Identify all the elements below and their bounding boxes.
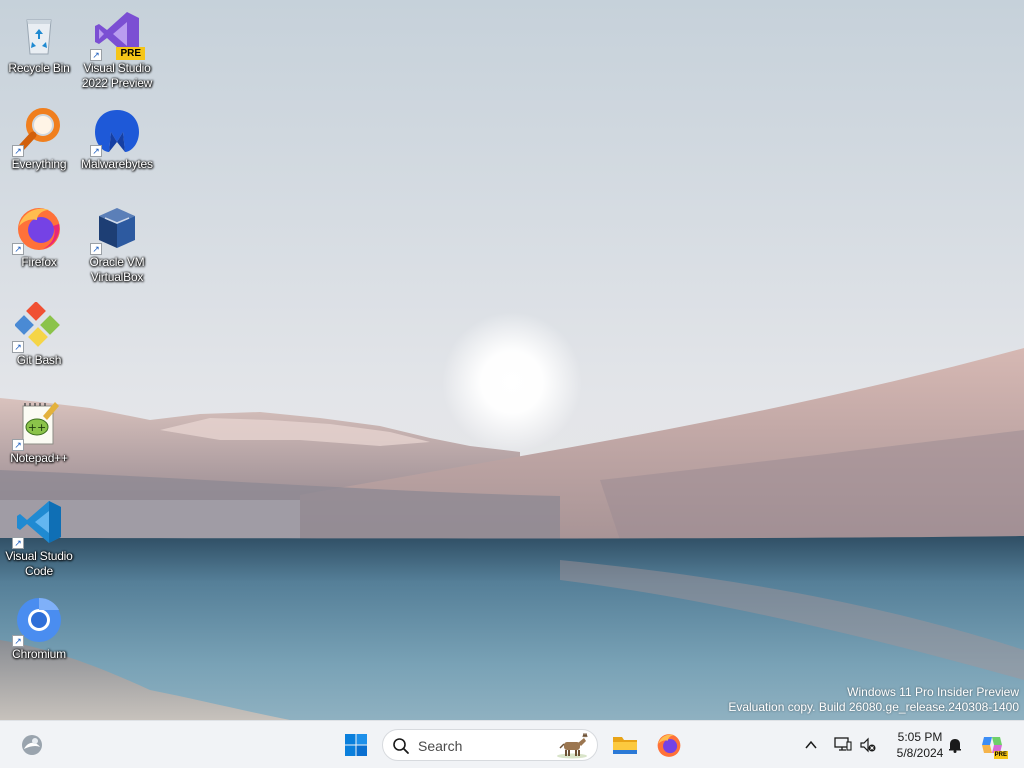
desktop-icon-label: Malwarebytes (81, 157, 153, 171)
shortcut-arrow-icon: ↗ (12, 243, 24, 255)
bell-icon (947, 737, 963, 753)
taskbar-firefox[interactable] (652, 728, 686, 762)
copilot-pre-badge: PRE (993, 751, 1008, 759)
recycle-bin-icon (15, 10, 63, 58)
desktop-icon-git-bash[interactable]: ↗ Git Bash (0, 302, 79, 368)
taskbar-search-box[interactable]: Search (382, 729, 598, 761)
widgets-icon (20, 733, 44, 757)
shortcut-arrow-icon: ↗ (12, 635, 24, 647)
shortcut-arrow-icon: ↗ (12, 439, 24, 451)
shortcut-arrow-icon: ↗ (90, 49, 102, 61)
vscode-icon: ↗ (12, 498, 63, 549)
taskbar: Search 5:05 PM 5/8/2024 PRE (0, 720, 1024, 768)
desktop-icon-label: Oracle VM VirtualBox (89, 255, 145, 284)
desktop-icon-visual-studio-preview[interactable]: PRE ↗ Visual Studio 2022 Preview (77, 10, 157, 91)
search-placeholder: Search (418, 738, 463, 754)
search-icon (392, 737, 410, 755)
virtualbox-icon: ↗ (90, 204, 141, 255)
watermark-line-2: Evaluation copy. Build 26080.ge_release.… (728, 700, 1019, 714)
taskbar-file-explorer[interactable] (608, 728, 642, 762)
firefox-icon (656, 732, 682, 758)
tray-quick-settings-button[interactable] (830, 728, 880, 762)
shortcut-arrow-icon: ↗ (12, 341, 24, 353)
desktop-icon-vscode[interactable]: ↗ Visual Studio Code (0, 498, 79, 579)
desktop-icon-virtualbox[interactable]: ↗ Oracle VM VirtualBox (77, 204, 157, 285)
volume-muted-icon (860, 737, 876, 753)
desktop-icon-notepad-plus-plus[interactable]: ++ ↗ Notepad++ (0, 400, 79, 466)
evaluation-watermark: Windows 11 Pro Insider Preview Evaluatio… (728, 685, 1019, 715)
notepad-plus-plus-icon: ++ ↗ (12, 400, 63, 451)
start-button[interactable] (339, 728, 373, 762)
svg-text:++: ++ (28, 421, 46, 434)
pre-badge: PRE (116, 47, 145, 60)
shortcut-arrow-icon: ↗ (12, 145, 24, 157)
chromium-icon: ↗ (12, 596, 63, 647)
malwarebytes-icon: ↗ (90, 106, 141, 157)
desktop-icon-label: Git Bash (16, 353, 62, 367)
desktop-icon-malwarebytes[interactable]: ↗ Malwarebytes (77, 106, 157, 172)
firefox-icon: ↗ (12, 204, 63, 255)
desktop-icon-label: Chromium (12, 647, 66, 661)
desktop-icon-everything[interactable]: ↗ Everything (0, 106, 79, 172)
everything-search-icon: ↗ (12, 106, 63, 157)
desktop-icon-recycle-bin[interactable]: Recycle Bin (0, 10, 79, 76)
shortcut-arrow-icon: ↗ (90, 145, 102, 157)
desktop-icon-label: Notepad++ (10, 451, 68, 465)
file-explorer-icon (612, 733, 638, 757)
desktop-icon-label: Visual Studio 2022 Preview (81, 61, 153, 90)
desktop-icon-label: Firefox (21, 255, 57, 269)
search-highlight-donkey-icon (555, 732, 589, 759)
shortcut-arrow-icon: ↗ (90, 243, 102, 255)
desktop-icon-chromium[interactable]: ↗ Chromium (0, 596, 79, 662)
chevron-up-icon (804, 738, 818, 752)
widgets-button[interactable] (15, 728, 49, 762)
desktop-icon-label: Visual Studio Code (5, 549, 73, 578)
network-icon (834, 737, 852, 753)
desktop-icon-firefox[interactable]: ↗ Firefox (0, 204, 79, 270)
desktop-icon-label: Recycle Bin (8, 61, 70, 75)
windows-start-icon (344, 733, 368, 757)
copilot-icon: PRE (980, 733, 1008, 759)
watermark-line-1: Windows 11 Pro Insider Preview (847, 685, 1019, 699)
tray-overflow-button[interactable] (796, 728, 826, 762)
desktop-icon-label: Everything (11, 157, 67, 171)
copilot-button[interactable]: PRE (975, 728, 1009, 762)
notifications-button[interactable] (940, 728, 970, 762)
git-bash-icon: ↗ (12, 302, 63, 353)
shortcut-arrow-icon: ↗ (12, 537, 24, 549)
visual-studio-preview-icon: PRE ↗ (90, 10, 145, 61)
